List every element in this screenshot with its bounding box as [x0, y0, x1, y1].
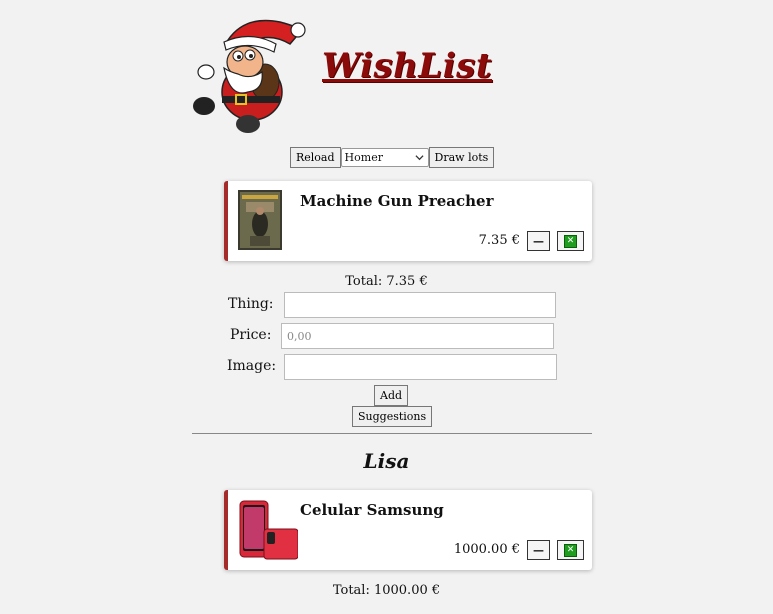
price-input[interactable]: 0,00 — [281, 323, 554, 349]
thing-label: Thing: — [228, 296, 274, 312]
draw-lots-button[interactable]: Draw lots — [428, 147, 495, 168]
reload-button[interactable]: Reload — [290, 147, 341, 168]
wish-item-card: Celular Samsung 1000.00 € — ✕ — [224, 490, 592, 570]
add-button[interactable]: Add — [374, 385, 409, 406]
list-total: Total: 7.35 € — [345, 274, 428, 289]
thing-input[interactable] — [284, 292, 556, 318]
chevron-down-icon — [415, 155, 424, 161]
minus-icon: — — [533, 543, 544, 557]
person-name: Lisa — [363, 449, 410, 473]
decrease-button[interactable]: — — [527, 540, 550, 560]
item-price: 7.35 € — [478, 233, 520, 248]
santa-logo-icon — [190, 10, 310, 134]
app-title: WishList — [322, 46, 493, 86]
delete-item-button[interactable]: ✕ — [557, 540, 584, 560]
image-input[interactable] — [284, 354, 557, 380]
delete-item-button[interactable]: ✕ — [557, 231, 584, 251]
suggestions-button[interactable]: Suggestions — [352, 406, 433, 427]
image-label: Image: — [227, 358, 277, 374]
item-name: Machine Gun Preacher — [300, 192, 494, 210]
list-total: Total: 1000.00 € — [332, 583, 441, 598]
movie-poster-image — [238, 190, 282, 250]
item-price: 1000.00 € — [453, 542, 520, 557]
price-label: Price: — [230, 327, 272, 343]
decrease-button[interactable]: — — [527, 231, 550, 251]
close-icon: ✕ — [564, 234, 577, 248]
toolbar: Reload Homer Draw lots — [290, 147, 495, 168]
minus-icon: — — [533, 234, 544, 248]
item-name: Celular Samsung — [300, 501, 444, 519]
close-icon: ✕ — [564, 543, 577, 557]
divider — [192, 433, 592, 434]
smartphone-image — [236, 499, 299, 560]
person-select-value: Homer — [344, 151, 383, 164]
person-select[interactable]: Homer — [340, 148, 429, 167]
wish-item-card: Machine Gun Preacher 7.35 € — ✕ — [224, 181, 592, 261]
